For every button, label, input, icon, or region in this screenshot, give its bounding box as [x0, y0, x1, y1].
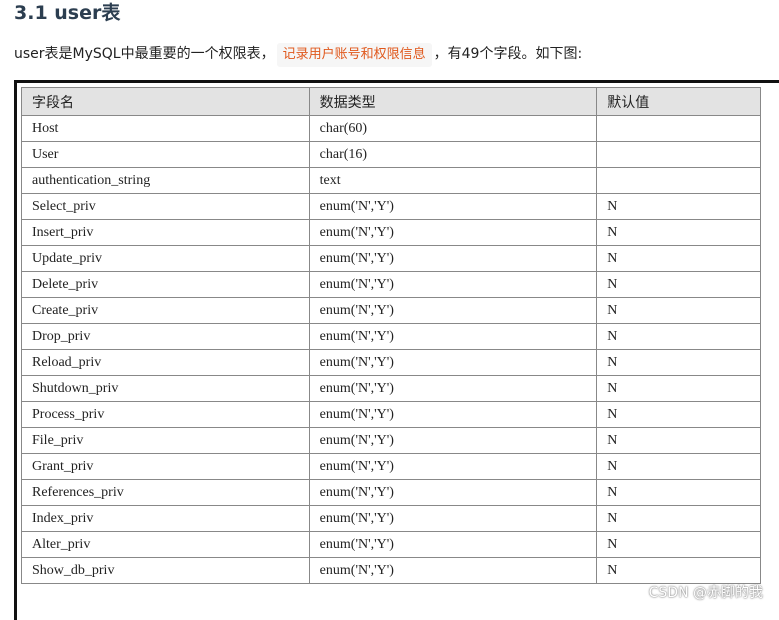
cell-data-type: enum('N','Y') [308, 557, 598, 584]
intro-text-end: ，有49个字段。如下图: [433, 46, 583, 62]
cell-default-value [596, 115, 761, 142]
cell-field-name: Update_priv [21, 245, 310, 272]
cell-default-value: N [596, 245, 761, 272]
table-row: authentication_string text [21, 167, 761, 194]
cell-field-name: Host [21, 115, 310, 142]
table-image-frame: 字段名 数据类型 默认值 Host char(60) User char(16) aut… [14, 80, 779, 620]
cell-field-name: References_priv [21, 479, 310, 506]
cell-default-value: N [596, 401, 761, 428]
table-row: Shutdown_priv enum('N','Y') N [21, 375, 761, 402]
highlighted-inline-code: 记录用户账号和权限信息 [276, 43, 432, 67]
intro-text-start: user表是MySQL中最重要的一个权限表， [14, 46, 275, 62]
cell-field-name: Grant_priv [21, 453, 310, 480]
cell-field-name: Alter_priv [21, 531, 310, 558]
table-row: Show_db_priv enum('N','Y') N [21, 557, 761, 584]
cell-data-type: enum('N','Y') [308, 323, 598, 350]
cell-default-value [596, 167, 761, 194]
cell-field-name: authentication_string [21, 167, 310, 194]
cell-default-value [596, 141, 761, 168]
table-row: Create_priv enum('N','Y') N [21, 297, 761, 324]
cell-default-value: N [596, 531, 761, 558]
header-data-type: 数据类型 [308, 87, 598, 116]
cell-data-type: char(60) [308, 115, 598, 142]
cell-field-name: Index_priv [21, 505, 310, 532]
section-heading: 3.1 user表 [14, 2, 121, 24]
header-field-name: 字段名 [21, 87, 310, 116]
cell-data-type: enum('N','Y') [308, 505, 598, 532]
cell-data-type: text [308, 167, 598, 194]
cell-default-value: N [596, 193, 761, 220]
user-table-fields: 字段名 数据类型 默认值 Host char(60) User char(16) aut… [21, 87, 761, 584]
cell-field-name: Insert_priv [21, 219, 310, 246]
cell-default-value: N [596, 219, 761, 246]
cell-data-type: enum('N','Y') [308, 453, 598, 480]
cell-field-name: Show_db_priv [21, 557, 310, 584]
cell-default-value: N [596, 505, 761, 532]
cell-default-value: N [596, 557, 761, 584]
cell-default-value: N [596, 323, 761, 350]
cell-default-value: N [596, 453, 761, 480]
cell-data-type: char(16) [308, 141, 598, 168]
cell-default-value: N [596, 479, 761, 506]
cell-default-value: N [596, 427, 761, 454]
cell-data-type: enum('N','Y') [308, 271, 598, 298]
cell-field-name: Process_priv [21, 401, 310, 428]
table-row: Alter_priv enum('N','Y') N [21, 531, 761, 558]
table-row: Select_priv enum('N','Y') N [21, 193, 761, 220]
cell-default-value: N [596, 297, 761, 324]
cell-field-name: Create_priv [21, 297, 310, 324]
cell-data-type: enum('N','Y') [308, 401, 598, 428]
cell-data-type: enum('N','Y') [308, 245, 598, 272]
cell-data-type: enum('N','Y') [308, 375, 598, 402]
table-row: Reload_priv enum('N','Y') N [21, 349, 761, 376]
cell-default-value: N [596, 349, 761, 376]
csdn-watermark: CSDN @赤脚的我 [648, 585, 763, 601]
table-row: Host char(60) [21, 115, 761, 142]
header-default-value: 默认值 [596, 87, 761, 116]
cell-data-type: enum('N','Y') [308, 349, 598, 376]
cell-field-name: Select_priv [21, 193, 310, 220]
cell-data-type: enum('N','Y') [308, 193, 598, 220]
cell-data-type: enum('N','Y') [308, 427, 598, 454]
cell-data-type: enum('N','Y') [308, 297, 598, 324]
cell-data-type: enum('N','Y') [308, 531, 598, 558]
cell-data-type: enum('N','Y') [308, 479, 598, 506]
cell-data-type: enum('N','Y') [308, 219, 598, 246]
cell-field-name: Shutdown_priv [21, 375, 310, 402]
table-row: Grant_priv enum('N','Y') N [21, 453, 761, 480]
cell-default-value: N [596, 271, 761, 298]
table-row: Process_priv enum('N','Y') N [21, 401, 761, 428]
cell-field-name: Reload_priv [21, 349, 310, 376]
table-row: Update_priv enum('N','Y') N [21, 245, 761, 272]
cell-default-value: N [596, 375, 761, 402]
table-body: Host char(60) User char(16) authentication_s… [21, 115, 761, 584]
intro-paragraph: user表是MySQL中最重要的一个权限表， 记录用户账号和权限信息 ，有49个字段… [14, 42, 582, 67]
table-row: Insert_priv enum('N','Y') N [21, 219, 761, 246]
table-row: File_priv enum('N','Y') N [21, 427, 761, 454]
table-header-row: 字段名 数据类型 默认值 [21, 87, 761, 116]
table-row: Drop_priv enum('N','Y') N [21, 323, 761, 350]
table-row: Delete_priv enum('N','Y') N [21, 271, 761, 298]
cell-field-name: User [21, 141, 310, 168]
cell-field-name: Delete_priv [21, 271, 310, 298]
cell-field-name: File_priv [21, 427, 310, 454]
cell-field-name: Drop_priv [21, 323, 310, 350]
table-row: References_priv enum('N','Y') N [21, 479, 761, 506]
table-row: Index_priv enum('N','Y') N [21, 505, 761, 532]
table-row: User char(16) [21, 141, 761, 168]
